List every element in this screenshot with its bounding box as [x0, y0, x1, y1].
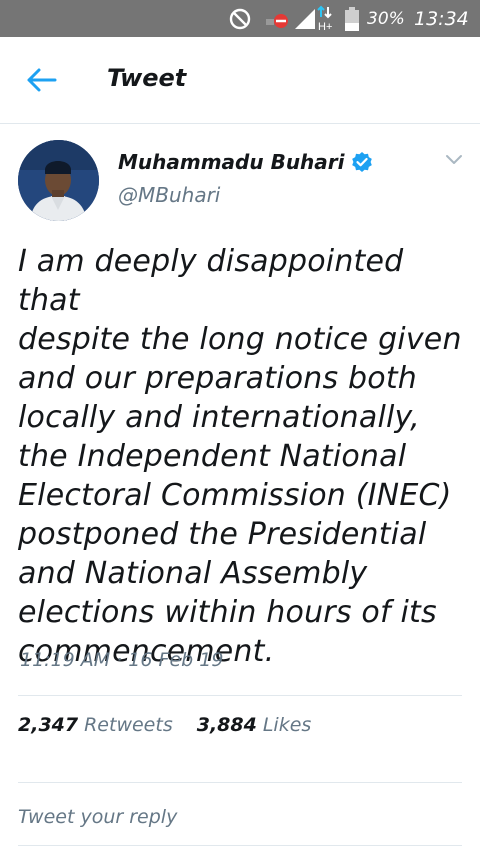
retweets-label: Retweets: [84, 714, 173, 736]
battery-icon: [345, 0, 359, 37]
app-bar: Tweet: [0, 37, 480, 124]
clock: 13:34: [414, 7, 469, 30]
reply-input[interactable]: Tweet your reply: [18, 806, 177, 828]
chevron-down-icon: [446, 155, 462, 164]
tweet-line: despite the long notice given: [18, 322, 462, 357]
likes-label: Likes: [262, 714, 312, 736]
do-not-disturb-icon: [228, 0, 252, 37]
tweet-text: I am deeply disappointed that despite th…: [18, 242, 470, 671]
tweet-line: Electoral Commission (INEC): [18, 478, 452, 513]
network-type-label: H+: [318, 21, 332, 33]
engagement-stats: 2,347 Retweets 3,884 Likes: [18, 714, 329, 736]
divider: [18, 695, 462, 696]
tweet-options-button[interactable]: [444, 152, 464, 168]
back-button[interactable]: [26, 67, 58, 93]
tweet-line: and our preparations both: [18, 361, 417, 396]
tweet-line: and National Assembly: [18, 556, 368, 591]
tweet-line: I am deeply disappointed that: [18, 244, 404, 318]
back-arrow-icon: [27, 68, 57, 92]
divider: [18, 845, 462, 846]
page-title: Tweet: [107, 64, 187, 92]
profile-photo-icon: [18, 140, 99, 221]
tweet-line: the Independent National: [18, 439, 407, 474]
tweet-timestamp: 11:19 AM · 16 Feb 19: [20, 649, 224, 671]
tweet-line: elections within hours of its: [18, 595, 437, 630]
battery-percent: 30%: [367, 8, 405, 29]
likes-count: 3,884: [196, 714, 257, 736]
status-bar: H+ 30% 13:34: [0, 0, 480, 37]
tweet-line: postponed the Presidential: [18, 517, 427, 552]
network-type-icon: H+: [317, 0, 337, 37]
author-name-row[interactable]: Muhammadu Buhari: [118, 150, 373, 174]
divider: [18, 782, 462, 783]
retweets-count: 2,347: [18, 714, 79, 736]
tweet-line: locally and internationally,: [18, 400, 420, 435]
signal-icon: [294, 0, 316, 37]
retweets-stat[interactable]: 2,347 Retweets: [18, 714, 173, 736]
likes-stat[interactable]: 3,884 Likes: [197, 714, 312, 736]
verified-badge-icon: [351, 152, 372, 172]
avatar[interactable]: [18, 140, 99, 221]
author-handle[interactable]: @MBuhari: [118, 183, 220, 207]
author-name[interactable]: Muhammadu Buhari: [118, 150, 345, 174]
data-blocked-icon: [264, 0, 292, 37]
